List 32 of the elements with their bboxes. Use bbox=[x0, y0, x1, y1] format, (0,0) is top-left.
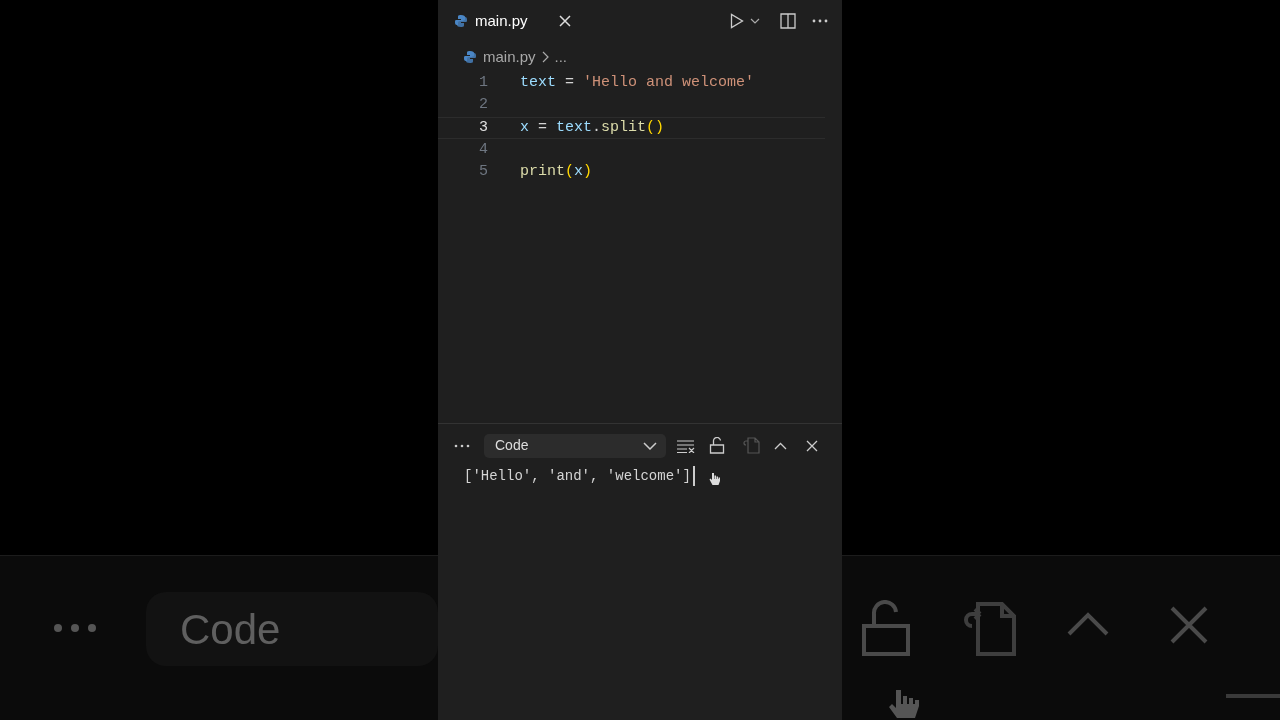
run-icon[interactable] bbox=[730, 13, 744, 29]
close-icon[interactable] bbox=[558, 15, 571, 27]
line-number: 1 bbox=[478, 72, 488, 93]
unlocked-lock-icon[interactable] bbox=[709, 437, 725, 454]
line-number: 4 bbox=[478, 139, 488, 160]
close-icon[interactable] bbox=[806, 439, 818, 452]
file-icon bbox=[742, 437, 761, 454]
breadcrumb-item[interactable]: ... bbox=[554, 45, 568, 69]
chevron-right-icon bbox=[541, 51, 549, 63]
chevron-up-icon[interactable] bbox=[774, 441, 787, 450]
chevron-down-icon[interactable] bbox=[750, 18, 760, 24]
code-line: x = text.split() bbox=[520, 117, 665, 138]
split-editor-icon[interactable] bbox=[780, 13, 796, 29]
python-file-icon bbox=[463, 50, 477, 64]
more-icon[interactable] bbox=[812, 19, 828, 23]
more-icon[interactable] bbox=[454, 443, 470, 448]
chevron-up-icon bbox=[1067, 612, 1109, 636]
output-text: ['Hello', 'and', 'welcome'] bbox=[464, 466, 691, 486]
python-file-icon bbox=[454, 14, 468, 28]
line-number: 5 bbox=[478, 162, 488, 183]
clear-output-icon[interactable] bbox=[677, 438, 695, 453]
line-number: 3 bbox=[478, 117, 488, 138]
close-icon bbox=[1170, 606, 1208, 644]
channel-dropdown[interactable]: Code bbox=[484, 433, 666, 458]
text-cursor bbox=[692, 466, 695, 486]
chevron-down-icon bbox=[643, 441, 657, 450]
hand-cursor-icon bbox=[708, 472, 721, 486]
unlocked-lock-icon bbox=[860, 600, 910, 656]
breadcrumb-item[interactable]: main.py bbox=[483, 45, 536, 69]
code-line: print(x) bbox=[520, 162, 593, 183]
line-number: 2 bbox=[478, 95, 488, 116]
code-line: text = 'Hello and welcome' bbox=[520, 72, 755, 93]
